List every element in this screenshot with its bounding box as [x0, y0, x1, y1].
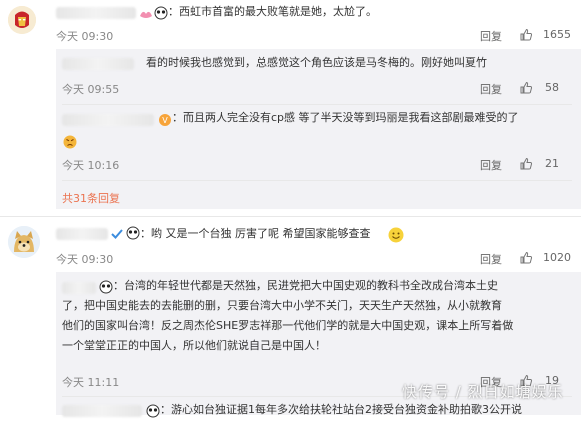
reply-text-line: 一个堂堂正正的中国人，所以他们就说自己是中国人！ [62, 339, 326, 352]
doge-avatar-icon [8, 226, 40, 258]
reply-username[interactable] [62, 114, 154, 126]
panda-icon [126, 225, 140, 240]
divider [62, 104, 572, 105]
username[interactable] [56, 7, 136, 19]
panda-icon [99, 279, 113, 294]
replies-panel [56, 49, 581, 209]
reply-text-line: 了，把中国史能去的去能删的删，只要台湾大中小学不关门，天天生产天然独，从小就教育 [62, 299, 502, 312]
reply-text: ：游心如台独证据1每年多次给扶轮社站台2接受台独资金补助拍歌3公开说 [160, 403, 522, 416]
reply-text-line: ：台湾的年轻世代都是天然独，民进党把大中国史观的教科书全改成台湾本土史 [113, 279, 498, 292]
comment-text: ：西虹市首富的最大败笔就是她，太尬了。 [168, 5, 377, 18]
reply-username[interactable] [62, 282, 96, 294]
thumbs-up-icon[interactable] [519, 27, 533, 41]
angry-emoji-icon [63, 134, 77, 149]
thumbs-up-icon[interactable] [519, 80, 533, 94]
comment-divider [0, 216, 581, 217]
reply-username[interactable] [62, 58, 134, 70]
smile-emoji-icon [388, 227, 404, 243]
reply-time: 今天 10:16 [62, 159, 120, 172]
reply-button[interactable]: 回复 [480, 81, 502, 97]
thumbs-up-icon[interactable] [519, 250, 533, 264]
avatar[interactable] [8, 6, 36, 34]
like-count: 58 [545, 81, 559, 94]
more-replies-link[interactable]: 共31条回复 [62, 190, 120, 206]
divider [62, 180, 572, 181]
username[interactable] [56, 228, 108, 240]
reply-button[interactable]: 回复 [480, 251, 502, 267]
reply-text-line: 他们的国家叫台湾！反之周杰伦SHE罗志祥那一代他们学的就是大中国史观，课本上所写… [62, 319, 514, 332]
comment-time: 今天 09:30 [56, 30, 114, 43]
reply-text: ：而且两人完全没有cp感 等了半天没等到玛丽是我看这部剧最难受的了 [172, 111, 519, 124]
badge-icon [139, 6, 153, 20]
avatar[interactable] [8, 226, 40, 258]
verified-badge-icon [110, 226, 124, 240]
reply-text: 看的时候我也感觉到，总感觉这个角色应该是马冬梅的。刚好她叫夏竹 [146, 56, 487, 69]
svg-text:V: V [162, 116, 168, 125]
reply-button[interactable]: 回复 [480, 28, 502, 44]
vip-badge-icon: V [158, 112, 172, 126]
like-count: 1020 [543, 251, 571, 264]
ironman-avatar-icon [8, 6, 36, 34]
like-count: 1655 [543, 28, 571, 41]
comment-text: ：哟 又是一个台独 厉害了呢 希望国家能够查查 [140, 227, 371, 240]
watermark: 快传号 / 烈日如塘娱乐 [402, 383, 564, 401]
reply-username[interactable] [62, 405, 142, 417]
panda-icon [154, 5, 168, 20]
like-count: 21 [545, 157, 559, 170]
thumbs-up-icon[interactable] [519, 156, 533, 170]
reply-time: 今天 11:11 [62, 376, 120, 389]
reply-time: 今天 09:55 [62, 83, 120, 96]
reply-button[interactable]: 回复 [480, 157, 502, 173]
comment-time: 今天 09:30 [56, 253, 114, 266]
